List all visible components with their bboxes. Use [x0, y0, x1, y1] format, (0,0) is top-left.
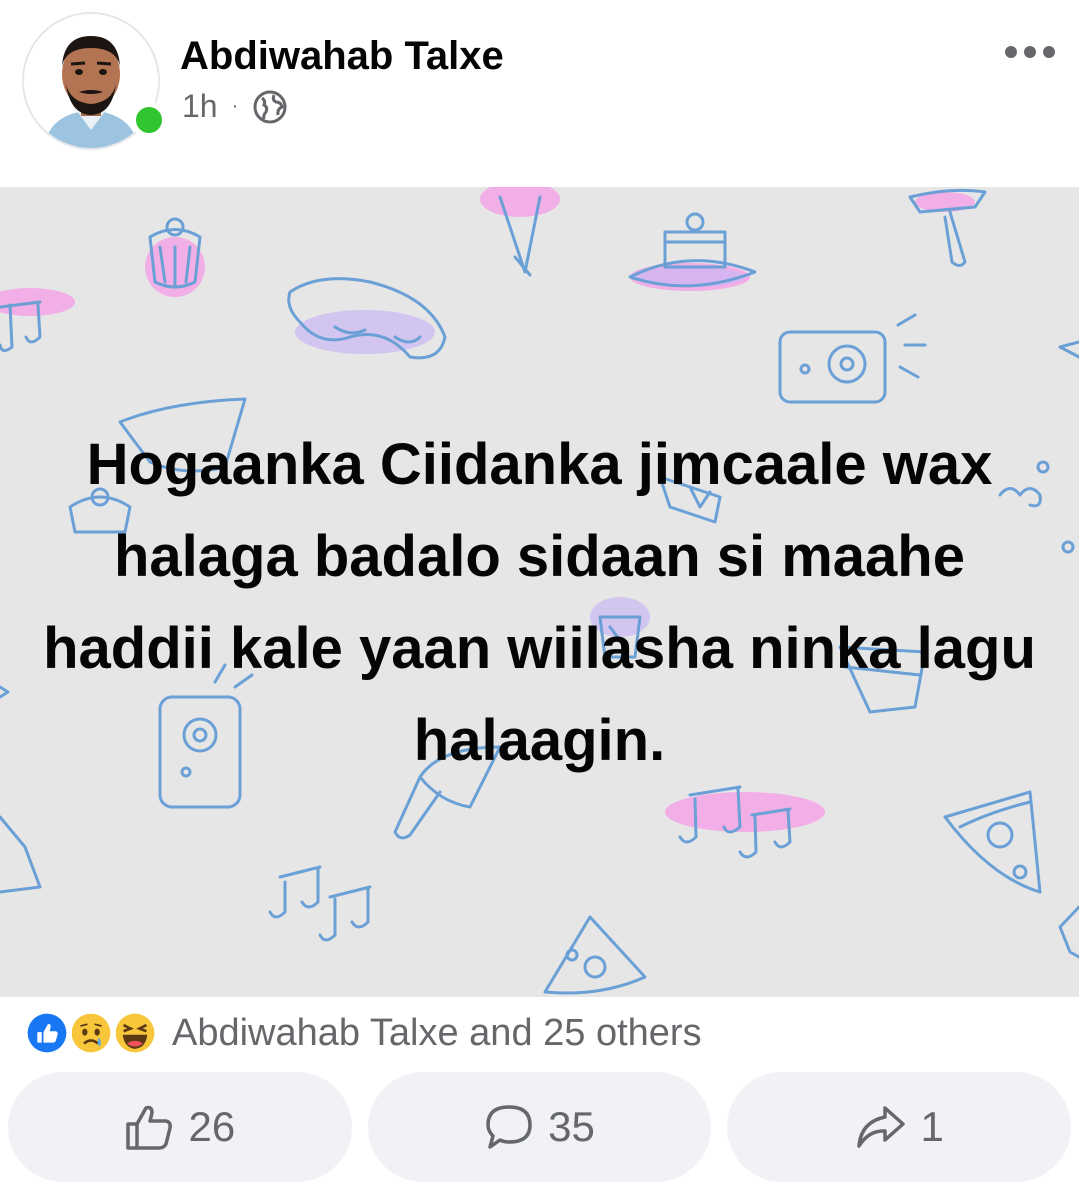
author-name[interactable]: Abdiwahab Talxe	[180, 34, 504, 79]
globe-icon	[253, 90, 287, 123]
like-count: 26	[188, 1103, 236, 1150]
share-button[interactable]: 1	[727, 1072, 1072, 1182]
comment-button[interactable]: 35	[367, 1072, 712, 1182]
post-header: Abdiwahab Talxe 1h ·	[0, 0, 1079, 187]
meta-separator: ·	[231, 95, 239, 117]
comment-icon	[486, 1105, 532, 1149]
post-time[interactable]: 1h	[182, 88, 218, 125]
like-button[interactable]: 26	[8, 1072, 352, 1182]
more-options-icon[interactable]	[1003, 40, 1057, 64]
like-icon	[22, 1008, 72, 1058]
post-meta: 1h ·	[182, 88, 288, 125]
post-actions: 26 35 1	[8, 1072, 1072, 1182]
post-text: Hogaanka Ciidanka jimcaale wax halaga ba…	[43, 432, 1036, 773]
reactions-summary-text[interactable]: Abdiwahab Talxe and 25 others	[172, 1012, 702, 1055]
share-arrow-icon	[856, 1106, 905, 1148]
post-background: Hogaanka Ciidanka jimcaale wax halaga ba…	[0, 187, 1079, 997]
online-status-indicator	[131, 102, 167, 138]
haha-icon	[110, 1008, 160, 1058]
thumbs-up-icon	[126, 1105, 173, 1150]
share-count: 1	[920, 1103, 944, 1150]
reactions-summary[interactable]: Abdiwahab Talxe and 25 others	[22, 1008, 702, 1058]
comment-count: 35	[548, 1103, 595, 1150]
sad-icon	[66, 1008, 116, 1058]
